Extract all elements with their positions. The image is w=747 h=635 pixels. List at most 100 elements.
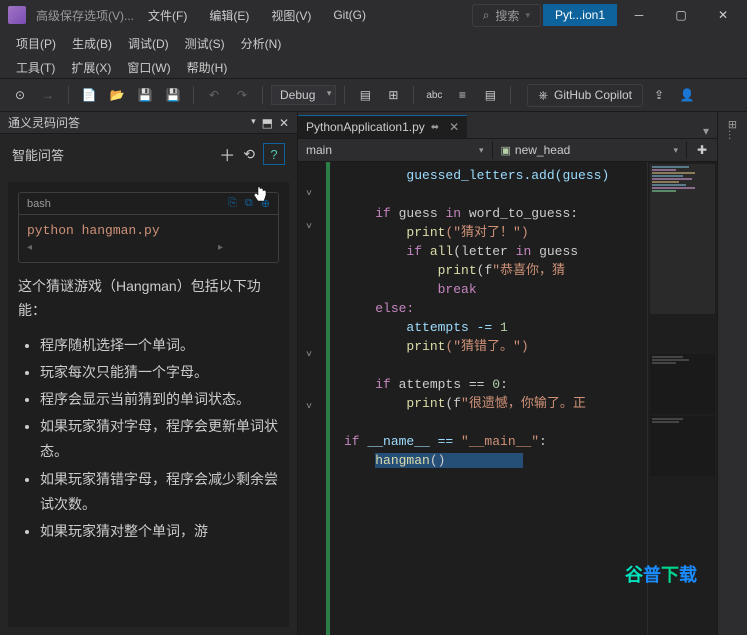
panel-tab-title: 通义灵码问答 bbox=[8, 114, 80, 131]
undo-button[interactable]: ↶ bbox=[202, 83, 226, 107]
open-file-button[interactable]: 📂 bbox=[105, 83, 129, 107]
fold-icon[interactable]: ˅ bbox=[302, 398, 316, 412]
toolbar: ⊙ → 📄 📂 💾 💾 ↶ ↷ Debug ▤ ⊞ abc ≡ ▤ ⎈ GitH… bbox=[0, 78, 747, 112]
menu-help[interactable]: 帮助(H) bbox=[179, 55, 236, 80]
insert-code-icon[interactable]: ⎘ bbox=[228, 197, 237, 210]
new-file-icon[interactable]: ⊕ bbox=[261, 197, 270, 210]
new-chat-icon[interactable]: ＋ bbox=[219, 142, 235, 166]
tb-icon-1[interactable]: ▤ bbox=[353, 83, 377, 107]
right-panel: PythonApplication1.py ⬌ ✕ ▾ main ▾ ▣ new… bbox=[298, 112, 717, 635]
code-editor[interactable]: ˅ ˅ ˅ ˅ guessed_letters.add(guess) if gu… bbox=[298, 162, 647, 635]
menu-view[interactable]: 视图(V) bbox=[263, 3, 319, 28]
search-box[interactable]: ⌕ 搜索 ▾ bbox=[472, 4, 541, 27]
tab-overflow-icon[interactable]: ▾ bbox=[695, 124, 717, 138]
menu-build[interactable]: 生成(B) bbox=[64, 31, 120, 56]
nav-forward-button: → bbox=[36, 83, 60, 107]
code-block-header: bash ⎘ ⧉ ⊕ bbox=[19, 193, 278, 215]
menu-test[interactable]: 测试(S) bbox=[177, 31, 233, 56]
tb-icon-2[interactable]: ⊞ bbox=[381, 83, 405, 107]
nav-member-label: new_head bbox=[515, 143, 570, 157]
method-icon: ▣ bbox=[501, 144, 511, 157]
pin-icon[interactable]: ⬒ bbox=[262, 116, 273, 130]
right-rail: ⊞… bbox=[717, 112, 747, 635]
main-area: 通义灵码问答 ▾ ⬒ ✕ 智能问答 ＋ ⟲ ? bash ⎘ ⧉ bbox=[0, 112, 747, 635]
left-panel: 通义灵码问答 ▾ ⬒ ✕ 智能问答 ＋ ⟲ ? bash ⎘ ⧉ bbox=[0, 112, 298, 635]
chevron-down-icon: ▾ bbox=[479, 145, 484, 156]
window-title: 高级保存选项(V)... bbox=[36, 7, 134, 24]
menu-debug[interactable]: 调试(D) bbox=[120, 31, 177, 56]
editor-tabs: PythonApplication1.py ⬌ ✕ ▾ bbox=[298, 112, 717, 138]
chevron-down-icon: ▾ bbox=[673, 145, 678, 156]
save-all-button[interactable]: 💾 bbox=[161, 83, 185, 107]
fold-icon[interactable]: ˅ bbox=[302, 185, 316, 199]
chevron-down-icon: ▾ bbox=[525, 10, 530, 21]
minimap-region bbox=[650, 164, 715, 314]
pin-icon[interactable]: ⬌ bbox=[431, 122, 439, 133]
account-button[interactable]: 👤 bbox=[675, 83, 699, 107]
minimap-region bbox=[650, 354, 715, 414]
config-dropdown[interactable]: Debug bbox=[271, 85, 336, 105]
left-panel-tab[interactable]: 通义灵码问答 ▾ ⬒ ✕ bbox=[0, 112, 297, 134]
list-item: 如果玩家猜错字母，程序会减少剩余尝试次数。 bbox=[40, 467, 279, 517]
minimap-region bbox=[650, 416, 715, 476]
nav-back-button[interactable]: ⊙ bbox=[8, 83, 32, 107]
fold-column: ˅ ˅ ˅ ˅ bbox=[302, 166, 320, 412]
menubar-row3: 工具(T) 扩展(X) 窗口(W) 帮助(H) bbox=[0, 56, 747, 78]
list-item: 程序会显示当前猜到的单词状态。 bbox=[40, 387, 279, 412]
list-item: 如果玩家猜对字母，程序会更新单词状态。 bbox=[40, 414, 279, 464]
description-text: 这个猜谜游戏（Hangman）包括以下功能： bbox=[18, 275, 279, 323]
fold-icon[interactable]: ˅ bbox=[302, 346, 316, 360]
code-lines: guessed_letters.add(guess) if guess in w… bbox=[306, 166, 647, 470]
maximize-button[interactable]: ▢ bbox=[661, 0, 701, 30]
feature-list: 程序随机选择一个单词。 玩家每次只能猜一个字母。 程序会显示当前猜到的单词状态。… bbox=[18, 333, 279, 545]
dropdown-icon[interactable]: ▾ bbox=[251, 116, 256, 130]
nav-scope-dropdown[interactable]: main ▾ bbox=[298, 141, 493, 159]
redo-button[interactable]: ↷ bbox=[230, 83, 254, 107]
fold-icon[interactable]: ˅ bbox=[302, 218, 316, 232]
menu-file[interactable]: 文件(F) bbox=[140, 3, 195, 28]
help-button[interactable]: ? bbox=[263, 143, 285, 165]
close-tab-icon[interactable]: ✕ bbox=[449, 120, 459, 134]
history-icon[interactable]: ⟲ bbox=[243, 146, 255, 163]
change-indicator bbox=[326, 162, 330, 635]
code-block: bash ⎘ ⧉ ⊕ python hangman.py ◂ ▸ bbox=[18, 192, 279, 263]
tb-icon-3[interactable]: abc bbox=[422, 83, 446, 107]
nav-scope-label: main bbox=[306, 143, 332, 157]
code-lang-label: bash bbox=[27, 198, 51, 210]
menu-git[interactable]: Git(G) bbox=[325, 4, 374, 26]
save-button[interactable]: 💾 bbox=[133, 83, 157, 107]
watermark: 谷普下载 bbox=[625, 561, 697, 587]
panel-subheader: 智能问答 ＋ ⟲ ? bbox=[0, 134, 297, 174]
copy-code-icon[interactable]: ⧉ bbox=[245, 197, 253, 210]
editor-tab-active[interactable]: PythonApplication1.py ⬌ ✕ bbox=[298, 115, 467, 138]
close-button[interactable]: ✕ bbox=[703, 0, 743, 30]
list-item: 程序随机选择一个单词。 bbox=[40, 333, 279, 358]
menubar-row2: 项目(P) 生成(B) 调试(D) 测试(S) 分析(N) bbox=[0, 30, 747, 56]
tb-icon-5[interactable]: ▤ bbox=[478, 83, 502, 107]
share-button[interactable]: ⇪ bbox=[647, 83, 671, 107]
menu-edit[interactable]: 编辑(E) bbox=[201, 3, 257, 28]
titlebar: 高级保存选项(V)... 文件(F) 编辑(E) 视图(V) Git(G) ⌕ … bbox=[0, 0, 747, 30]
nav-member-dropdown[interactable]: ▣ new_head ▾ bbox=[493, 141, 688, 159]
copilot-button[interactable]: ⎈ GitHub Copilot bbox=[527, 84, 643, 107]
navigation-bar: main ▾ ▣ new_head ▾ ✚ bbox=[298, 138, 717, 162]
new-file-button[interactable]: 📄 bbox=[77, 83, 101, 107]
add-button[interactable]: ✚ bbox=[687, 143, 717, 157]
menu-project[interactable]: 项目(P) bbox=[8, 31, 64, 56]
search-label: 搜索 bbox=[495, 7, 519, 24]
close-panel-icon[interactable]: ✕ bbox=[279, 116, 289, 130]
copilot-icon: ⎈ bbox=[538, 88, 548, 103]
chat-content: bash ⎘ ⧉ ⊕ python hangman.py ◂ ▸ 这个猜谜游戏（… bbox=[8, 182, 289, 627]
menu-analyze[interactable]: 分析(N) bbox=[233, 31, 290, 56]
code-block-body[interactable]: python hangman.py ◂ ▸ bbox=[19, 215, 278, 262]
rail-icon-1[interactable]: ⊞… bbox=[726, 120, 739, 140]
vs-logo-icon bbox=[8, 6, 26, 24]
menu-window[interactable]: 窗口(W) bbox=[119, 55, 178, 80]
tb-icon-4[interactable]: ≡ bbox=[450, 83, 474, 107]
menu-extensions[interactable]: 扩展(X) bbox=[63, 55, 119, 80]
search-icon: ⌕ bbox=[483, 8, 490, 23]
code-command: python hangman.py bbox=[27, 223, 160, 238]
menu-tools[interactable]: 工具(T) bbox=[8, 55, 63, 80]
minimize-button[interactable]: ─ bbox=[619, 0, 659, 30]
active-document-tab[interactable]: Pyt...ion1 bbox=[543, 4, 617, 26]
